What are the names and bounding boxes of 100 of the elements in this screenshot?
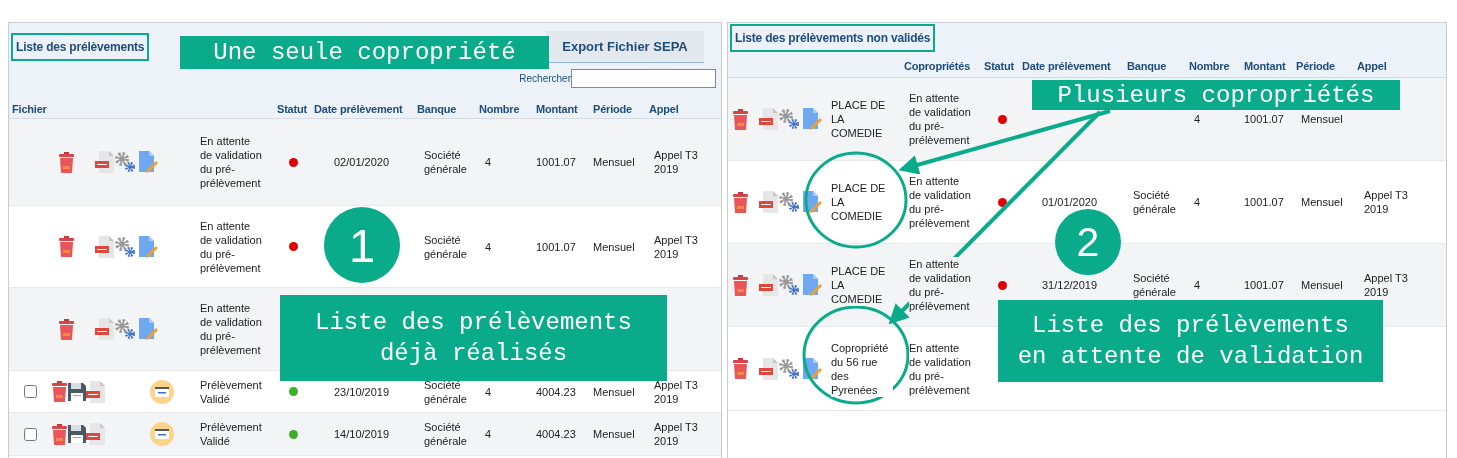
gears-icon[interactable] [114,235,136,258]
edit-document-icon[interactable] [803,191,822,213]
save-icon[interactable] [68,382,86,401]
column-header[interactable]: Copropriétés [904,60,984,72]
gears-icon[interactable] [114,318,136,340]
column-header[interactable]: Période [1296,60,1356,72]
column-header[interactable]: Banque [417,103,475,115]
table-cell: Mensuel [1301,112,1343,126]
row-checkbox[interactable] [24,385,37,398]
gears-icon[interactable] [114,151,136,173]
table-cell-text: Société générale [424,232,468,261]
table-cell: En attente de validation du pré-prélèvement [909,257,973,313]
edit-document-icon[interactable] [139,151,158,173]
pdf-file-icon[interactable] [86,380,105,403]
table-cell: 23/10/2019 [334,384,390,399]
table-cell: 4 [1194,112,1201,126]
search-label: Rechercher [519,73,571,84]
table-cell: 4 [485,155,492,169]
gears-icon[interactable] [778,191,800,213]
table-cell: Mensuel [1301,195,1343,209]
table-cell: 4 [485,239,492,254]
table-cell: En attente de validation du pré-prélèvement [909,91,973,147]
pdf-file-icon[interactable] [95,318,114,340]
pdf-file-icon[interactable] [759,191,778,213]
table-cell: 1001.07 [536,239,576,254]
table-cell: Mensuel [1301,278,1343,292]
column-header[interactable]: Statut [984,60,1021,72]
table-cell: Mensuel [593,155,635,169]
table-cell-text: Prélèvement Validé [200,377,263,406]
search-field[interactable] [571,69,716,88]
table-cell-text: Société générale [424,420,468,448]
edit-document-icon[interactable] [803,274,822,296]
table-cell-text: Société générale [424,148,468,176]
table-cell: Mensuel [593,239,635,254]
trash-icon[interactable] [51,381,68,402]
table-cell-text: En attente de validation du pré-prélèvement [200,301,263,357]
table-cell: 4004.23 [536,384,576,399]
table-cell-text: En attente de validation du pré-prélèvement [200,218,263,275]
table-cell: 4 [1194,278,1201,292]
column-header[interactable]: Banque [1127,60,1188,72]
column-header[interactable]: Montant [532,103,589,115]
panel-title: Liste des prélèvements non validés [730,24,936,52]
table-cell: 4004.23 [536,427,576,441]
trash-icon[interactable] [732,191,749,213]
column-header[interactable]: Montant [1243,60,1296,72]
table-cell: 01/01/2020 [1042,195,1098,209]
column-header[interactable]: Date prélèvement [1021,60,1127,72]
save-icon[interactable] [68,425,86,443]
pdf-file-icon[interactable] [95,151,114,173]
column-header[interactable]: Appel [1356,60,1446,72]
pdf-file-icon[interactable] [86,423,105,445]
table-cell: 4 [1194,195,1201,209]
export-button[interactable]: Export Fichier SEPA [546,31,704,63]
panel-title: Liste des prélèvements [11,33,150,61]
pdf-file-icon[interactable] [759,108,778,130]
column-header[interactable]: Période [589,103,645,115]
callout-label: Une seule copropriété [180,36,549,69]
callout-label: Liste des prélèvements en attente de validation [998,300,1383,382]
payment-card-icon[interactable] [150,422,174,446]
table-cell: 1001.07 [1244,112,1284,126]
table-cell: Mensuel [593,384,635,399]
trash-icon[interactable] [58,151,75,173]
callout-label: Plusieurs copropriétés [1032,80,1400,110]
gears-icon[interactable] [778,274,800,296]
callout-label: Liste des prélèvements déjà réalisés [280,295,667,381]
trash-icon[interactable] [58,236,75,257]
pdf-file-icon[interactable] [95,235,114,258]
table-cell-text: En attente de validation du pré-prélèvement [200,134,263,190]
edit-document-icon[interactable] [139,235,158,258]
column-header[interactable]: Date prélèvement [312,103,417,115]
table-cell: 02/01/2020 [334,155,390,169]
table-cell: En attente de validation du pré-prélèvement [909,174,973,230]
column-header[interactable]: Fichier [9,103,274,115]
column-header[interactable]: Appel [645,103,721,115]
trash-icon[interactable] [732,108,749,130]
pdf-file-icon[interactable] [759,274,778,296]
trash-icon[interactable] [51,423,68,445]
table-cell-text: Appel T3 2019 [654,232,699,261]
table-cell-text: Appel T3 2019 [654,420,699,448]
column-header[interactable]: Nombre [1188,60,1243,72]
table-cell: 1001.07 [1244,195,1284,209]
pdf-file-icon[interactable] [759,357,778,380]
edit-document-icon[interactable] [803,108,822,130]
row-checkbox[interactable] [24,427,37,441]
table-cell: 4 [485,384,492,399]
table-cell: 1001.07 [536,155,576,169]
trash-icon[interactable] [58,318,75,340]
gears-icon[interactable] [778,108,800,130]
payment-card-icon[interactable] [150,379,174,404]
table-cell: 14/10/2019 [334,427,390,441]
gears-icon[interactable] [778,357,800,380]
column-header[interactable]: Nombre [475,103,532,115]
trash-icon[interactable] [732,274,749,296]
table-cell-text: Prélèvement Validé [200,420,263,448]
trash-icon[interactable] [732,358,749,379]
table-cell: 1001.07 [1244,278,1284,292]
edit-document-icon[interactable] [139,318,158,340]
table-cell: Mensuel [593,427,635,441]
table-cell: 4 [485,427,492,441]
column-header[interactable]: Statut [274,103,312,115]
